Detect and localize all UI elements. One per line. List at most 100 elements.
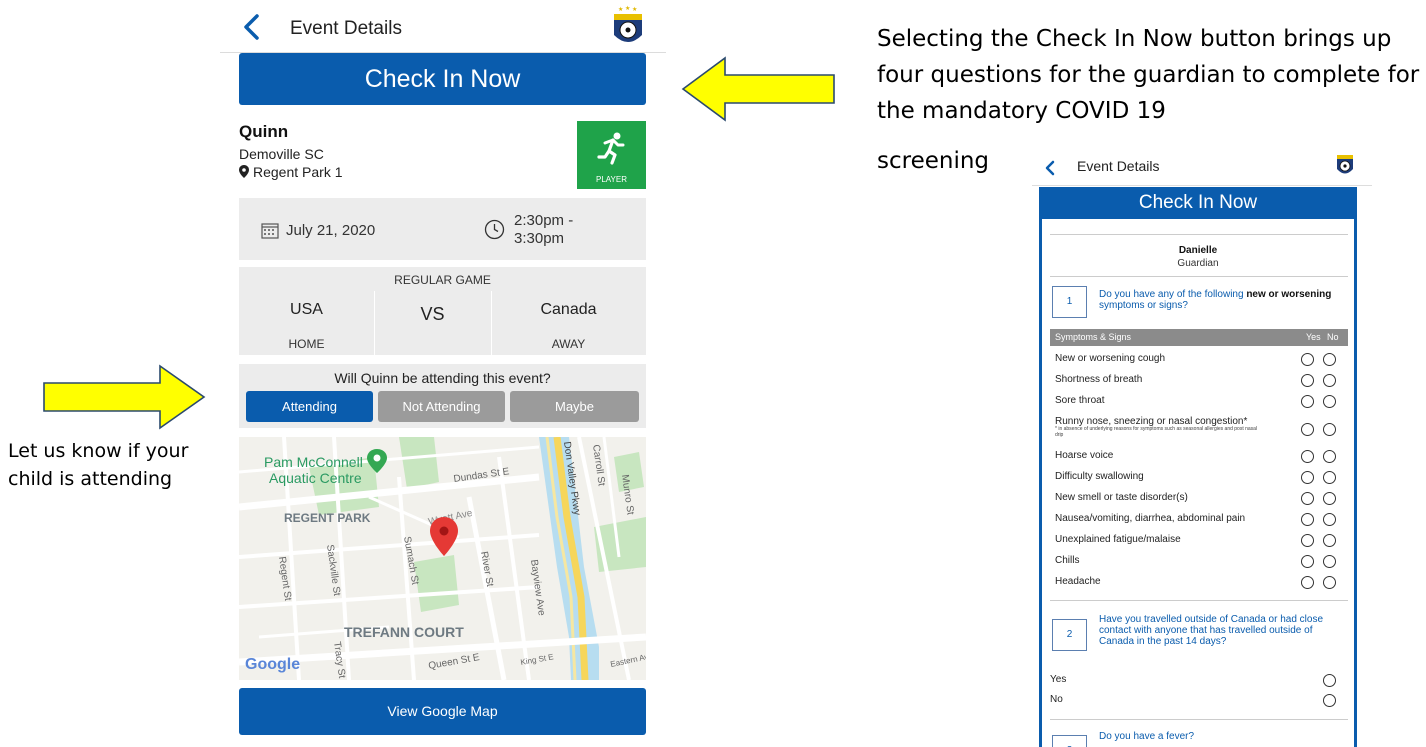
symptom-row: Nausea/vomiting, diarrhea, abdominal pai… (1050, 509, 1348, 530)
no-radio[interactable] (1323, 353, 1336, 366)
versus-label: VS (420, 304, 445, 324)
calendar-icon (261, 223, 279, 239)
no-radio[interactable] (1323, 694, 1336, 707)
symptom-label: Hoarse voice (1055, 450, 1114, 461)
no-radio[interactable] (1323, 471, 1336, 484)
yes-radio[interactable] (1301, 513, 1314, 526)
player-name: Quinn (239, 122, 289, 141)
event-date: July 21, 2020 (286, 222, 376, 239)
attendance-question: Will Quinn be attending this event? (334, 370, 551, 386)
attendance-panel: Will Quinn be attending this event? Atte… (239, 364, 646, 428)
screening-screen: Event Details Check In Now Danielle Guar… (1032, 148, 1372, 747)
google-logo: Google (245, 656, 300, 673)
team-name: Demoville SC (239, 146, 324, 162)
away-team-name: Canada (540, 301, 597, 318)
away-label: AWAY (551, 337, 586, 351)
no-radio[interactable] (1323, 555, 1336, 568)
yes-radio[interactable] (1301, 450, 1314, 463)
no-radio[interactable] (1323, 423, 1336, 436)
column-header: Symptoms & Signs (1055, 332, 1132, 342)
map-label: Aquatic Centre (269, 470, 362, 486)
answer-label: No (1050, 694, 1063, 705)
event-details-screen: Event Details ★ ★ ★ Check In Now Quinn Dem… (220, 0, 666, 747)
symptom-label: Shortness of breath (1055, 374, 1143, 385)
yes-radio[interactable] (1301, 471, 1314, 484)
question-text-bold: new or worsening (1246, 289, 1332, 300)
attending-button[interactable]: Attending (246, 391, 373, 422)
yes-radio[interactable] (1301, 576, 1314, 589)
svg-text:★: ★ (625, 5, 630, 12)
question-number: 3 (1052, 735, 1087, 747)
event-location: Regent Park 1 (239, 164, 343, 180)
symptom-row: Unexplained fatigue/malaise (1050, 530, 1348, 551)
symptom-label: Unexplained fatigue/malaise (1055, 534, 1181, 545)
maybe-button[interactable]: Maybe (510, 391, 639, 422)
answer-row: No (1050, 691, 1348, 711)
yes-radio[interactable] (1301, 534, 1314, 547)
no-radio[interactable] (1323, 534, 1336, 547)
symptom-row: Chills (1050, 551, 1348, 572)
not-attending-button[interactable]: Not Attending (378, 391, 505, 422)
page-title: Event Details (290, 18, 402, 39)
question-text: symptoms or signs? (1099, 300, 1188, 311)
answer-row: Yes (1050, 671, 1348, 691)
symptom-row: Difficulty swallowing (1050, 467, 1348, 488)
yes-radio[interactable] (1301, 395, 1314, 408)
no-radio[interactable] (1323, 450, 1336, 463)
club-badge-icon (1337, 155, 1353, 174)
question-number: 2 (1052, 619, 1087, 651)
symptom-row: Sore throat (1050, 391, 1348, 412)
symptom-row: Headache (1050, 572, 1348, 593)
no-radio[interactable] (1323, 492, 1336, 505)
column-header-no: No (1327, 332, 1339, 342)
player-role-badge: PLAYER (577, 121, 646, 189)
location-label: Regent Park 1 (253, 164, 343, 180)
no-radio[interactable] (1323, 513, 1336, 526)
yes-radio[interactable] (1301, 492, 1314, 505)
yes-radio[interactable] (1301, 555, 1314, 568)
view-google-map-button[interactable]: View Google Map (239, 688, 646, 735)
guardian-role: Guardian (1177, 258, 1219, 269)
symptom-label: New smell or taste disorder(s) (1055, 492, 1188, 503)
question-number: 1 (1052, 286, 1087, 318)
map-canvas: Pam McConnell Aquatic Centre REGENT PARK… (239, 437, 646, 680)
role-label: PLAYER (596, 175, 627, 184)
symptom-row: New smell or taste disorder(s) (1050, 488, 1348, 509)
svg-text:★: ★ (618, 6, 623, 13)
symptoms-table-header: Symptoms & Signs Yes No (1050, 329, 1348, 346)
attendance-caption: Let us know if your child is attending (8, 440, 189, 490)
yes-radio[interactable] (1301, 353, 1314, 366)
game-type: REGULAR GAME (394, 273, 491, 287)
header: Event Details ★ ★ ★ (220, 0, 666, 53)
check-in-now-button[interactable]: Check In Now (1042, 187, 1354, 219)
column-header-yes: Yes (1306, 332, 1321, 342)
yes-radio[interactable] (1301, 374, 1314, 387)
event-map[interactable]: Pam McConnell Aquatic Centre REGENT PARK… (239, 437, 646, 680)
symptom-row: New or worsening cough (1050, 349, 1348, 370)
answer-label: Yes (1050, 674, 1067, 685)
back-chevron-icon[interactable] (1044, 160, 1056, 176)
home-label: HOME (288, 337, 325, 351)
symptom-label: Difficulty swallowing (1055, 471, 1144, 482)
map-label: Pam McConnell (264, 454, 363, 470)
no-radio[interactable] (1323, 374, 1336, 387)
back-chevron-icon[interactable] (242, 14, 262, 40)
symptom-label: Sore throat (1055, 395, 1105, 406)
symptom-row: Runny nose, sneezing or nasal congestion… (1050, 412, 1348, 446)
home-team-name: USA (290, 301, 323, 318)
no-radio[interactable] (1323, 395, 1336, 408)
map-pin-icon (239, 165, 249, 178)
symptom-note: * in absence of underlying reasons for s… (1055, 426, 1258, 438)
question-1-text: Do you have any of the following new or … (1099, 289, 1349, 311)
header: Event Details (1032, 148, 1372, 186)
symptom-label: Headache (1055, 576, 1101, 587)
instruction-caption-text: Selecting the Check In Now button brings… (877, 26, 1420, 124)
yes-radio[interactable] (1323, 674, 1336, 687)
no-radio[interactable] (1323, 576, 1336, 589)
check-in-now-button[interactable]: Check In Now (239, 53, 646, 105)
guardian-name: Danielle (1178, 245, 1218, 256)
screening-form: Check In Now Danielle Guardian 1 Do you … (1039, 187, 1357, 747)
date-time-panel: July 21, 2020 2:30pm - 3:30pm (239, 198, 646, 260)
yes-radio[interactable] (1301, 423, 1314, 436)
svg-text:★: ★ (632, 6, 637, 13)
